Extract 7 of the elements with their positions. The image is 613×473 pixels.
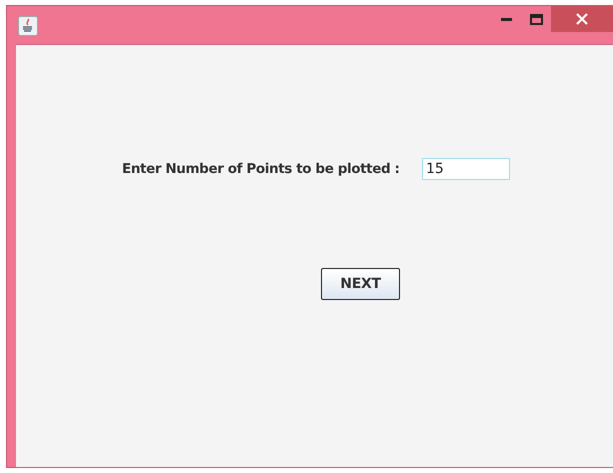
app-icon[interactable] xyxy=(18,16,38,36)
points-field[interactable]: 15 xyxy=(422,158,510,180)
minimize-icon[interactable] xyxy=(500,18,512,20)
next-button[interactable]: NEXT xyxy=(321,268,400,300)
close-icon[interactable] xyxy=(576,13,588,25)
points-label: Enter Number of Points to be plotted : xyxy=(122,161,401,177)
maximize-icon[interactable] xyxy=(530,14,542,24)
